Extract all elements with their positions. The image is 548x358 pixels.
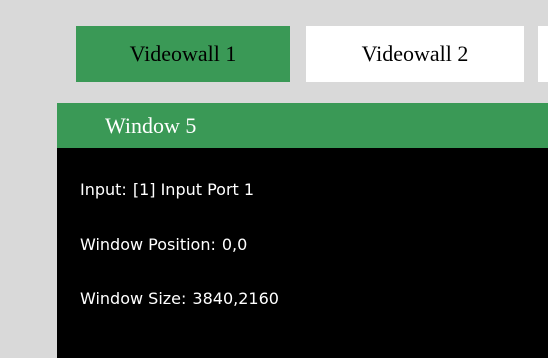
videowall-page: Videowall 1 Videowall 2 Window 5 Input: [… (0, 0, 548, 358)
window-info-panel: Window 5 Input: [1] Input Port 1 Window P… (57, 103, 548, 358)
window-title: Window 5 (105, 112, 197, 138)
input-value: [1] Input Port 1 (132, 180, 255, 199)
tab-videowall-2[interactable]: Videowall 2 (306, 26, 524, 82)
tab-next-partial[interactable] (538, 26, 548, 82)
window-position-info: Window Position: 0,0 (80, 235, 247, 254)
tab-videowall-2-label: Videowall 2 (361, 41, 469, 66)
input-info: Input: [1] Input Port 1 (80, 180, 254, 199)
tab-videowall-1[interactable]: Videowall 1 (76, 26, 290, 82)
window-size-label: Window Size: (80, 289, 187, 308)
window-position-value: 0,0 (221, 235, 248, 254)
window-size-info: Window Size: 3840,2160 (80, 289, 279, 308)
tab-videowall-1-label: Videowall 1 (129, 41, 237, 66)
window-size-value: 3840,2160 (192, 289, 279, 308)
window-position-label: Window Position: (80, 235, 216, 254)
input-label: Input: (80, 180, 127, 199)
window-title-bar[interactable]: Window 5 (57, 103, 548, 148)
